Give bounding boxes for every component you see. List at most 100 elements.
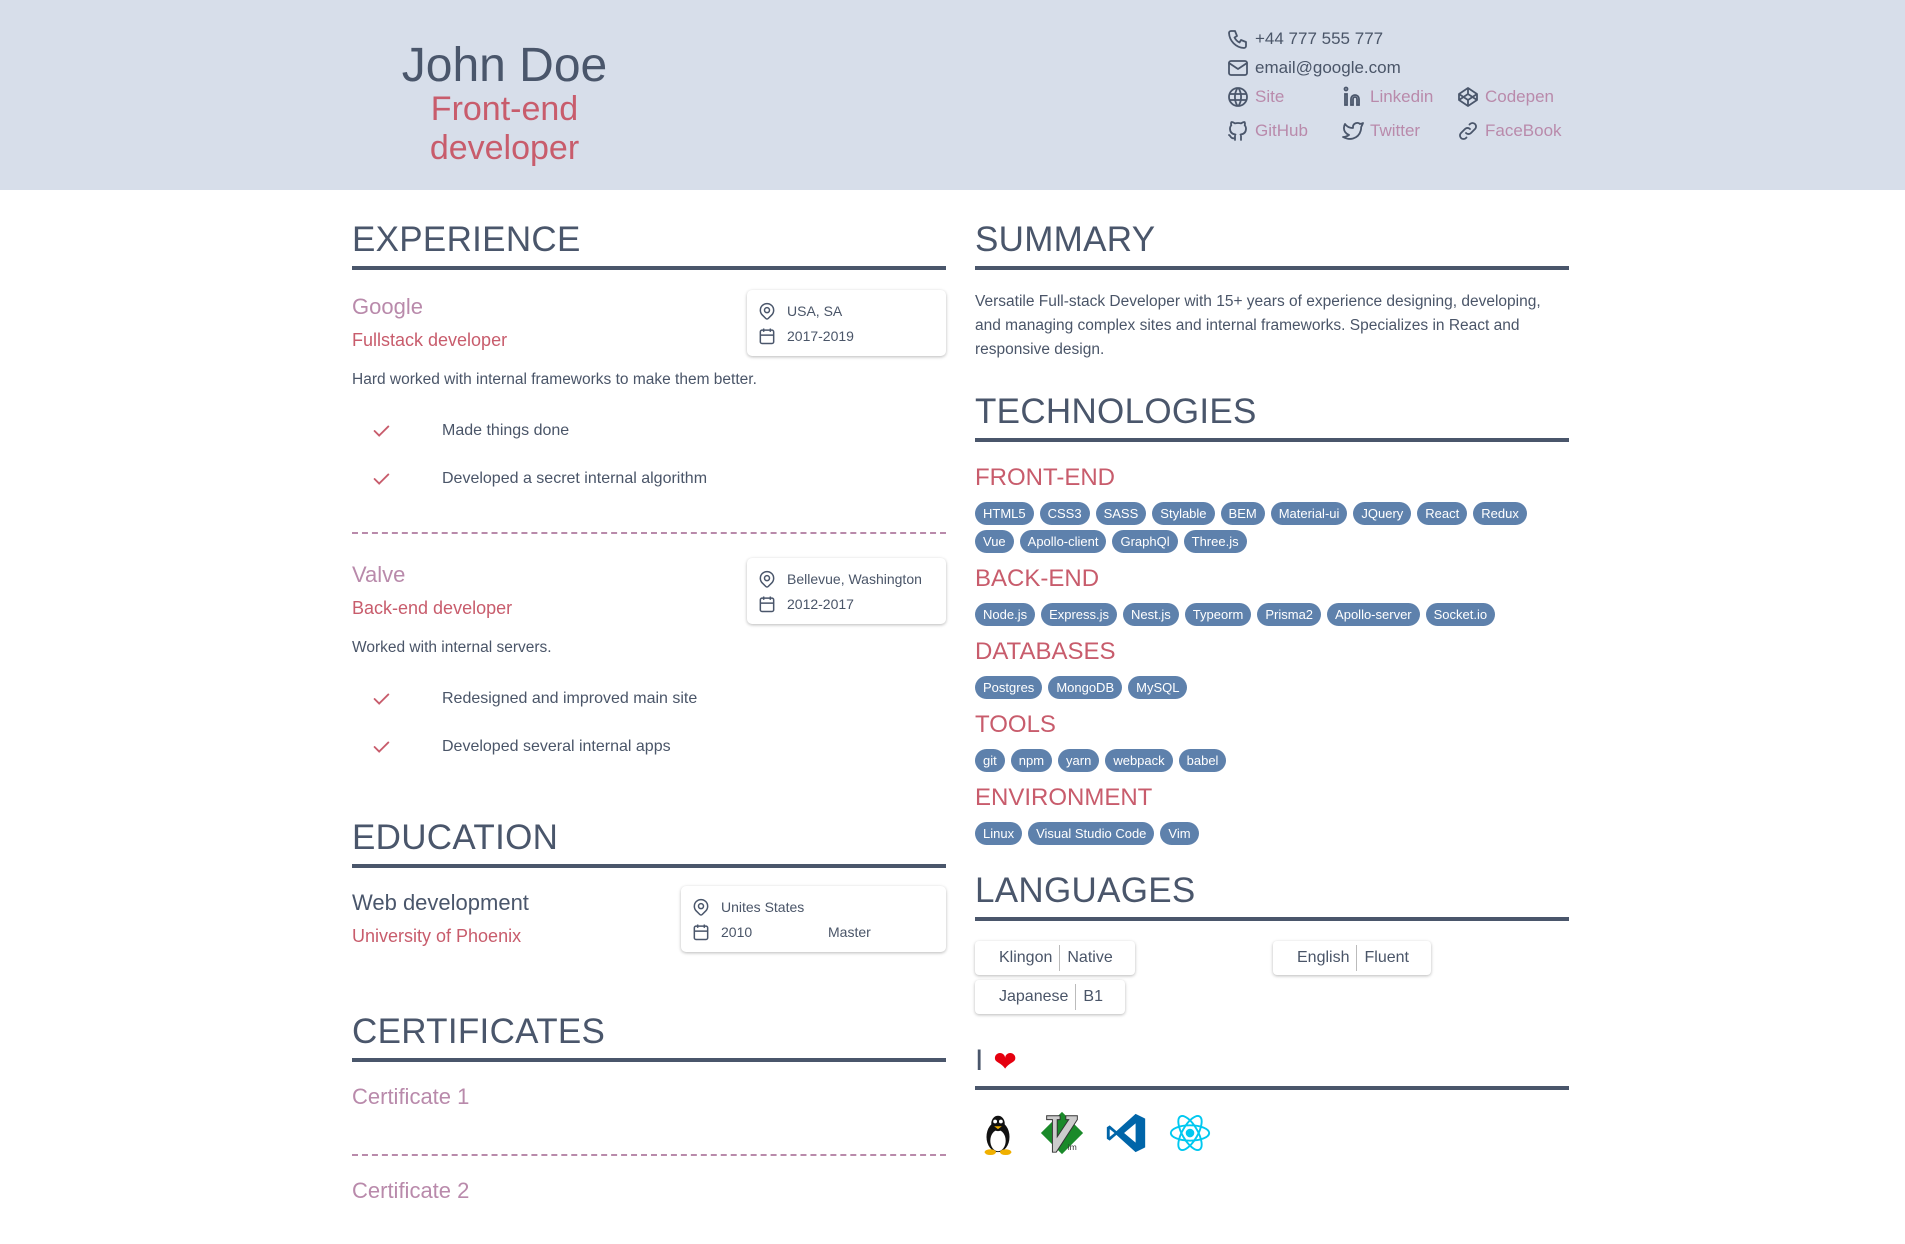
technology-chip: git <box>975 749 1005 772</box>
technology-chip-list: Node.js Express.js Nest.js Typeorm Prisma2 Ap… <box>975 603 1569 626</box>
job-entry: Google Fullstack developer USA, SA 2017-… <box>352 290 946 532</box>
job-period: 2012-2017 <box>787 595 854 612</box>
technology-chip: React <box>1417 502 1468 525</box>
job-entry: Valve Back-end developer Bellevue, Washi… <box>352 558 946 800</box>
check-icon <box>373 693 390 705</box>
vscode-icon <box>1106 1113 1146 1153</box>
technology-chip: Material-ui <box>1270 502 1348 525</box>
social-link-facebook[interactable]: FaceBook <box>1456 118 1571 144</box>
technology-chip: HTML5 <box>975 502 1034 525</box>
email-row: email@google.com <box>1226 53 1401 82</box>
check-icon <box>373 473 390 485</box>
education-entry: Web development University of Phoenix Un… <box>352 886 946 1000</box>
twitter-icon <box>1342 122 1364 140</box>
technology-group-title: FRONT-END <box>975 464 1115 491</box>
achievement-item: Developed several internal apps <box>352 723 946 771</box>
education-degree: Master <box>828 923 871 940</box>
social-links: Site Linkedin Codepen GitHub Twitter Fac… <box>1226 84 1571 144</box>
technology-chip: Linux <box>975 822 1023 845</box>
resume-header: John Doe Front-end developer +44 777 555… <box>0 0 1905 190</box>
job-period: 2017-2019 <box>787 327 854 344</box>
job-description: Worked with internal servers. <box>352 639 552 656</box>
social-link-twitter[interactable]: Twitter <box>1341 118 1456 144</box>
achievement-item: Redesigned and improved main site <box>352 675 946 723</box>
social-label: GitHub <box>1255 121 1308 140</box>
technology-chip: Apollo-client <box>1019 530 1107 553</box>
technology-chip: Nest.js <box>1123 603 1179 626</box>
technology-chip-list: Linux Visual Studio Code Vim <box>975 822 1569 845</box>
technology-group: ENVIRONMENT Linux Visual Studio Code Vim <box>975 784 1569 845</box>
social-link-site[interactable]: Site <box>1226 84 1341 110</box>
technology-chip: npm <box>1010 749 1053 772</box>
job-meta-card: USA, SA 2017-2019 <box>747 290 946 356</box>
technology-group-title: BACK-END <box>975 565 1100 592</box>
social-label: Site <box>1255 87 1285 106</box>
person-name: John Doe <box>401 39 608 92</box>
technology-group: TOOLS git npm yarn webpack babel <box>975 711 1569 772</box>
technology-chip: MongoDB <box>1048 676 1123 699</box>
phone-number[interactable]: +44 777 555 777 <box>1255 29 1383 49</box>
job-location: USA, SA <box>787 302 843 319</box>
social-label: Twitter <box>1370 121 1421 140</box>
globe-icon <box>1228 87 1248 107</box>
location-pin-icon <box>759 570 775 588</box>
mail-icon <box>1228 59 1248 76</box>
linkedin-icon <box>1343 86 1360 106</box>
technology-chip: JQuery <box>1353 502 1412 525</box>
codepen-icon <box>1458 87 1478 107</box>
social-link-linkedin[interactable]: Linkedin <box>1341 84 1456 110</box>
language-item: Japanese B1 <box>975 980 1125 1014</box>
certificate-divider <box>352 1154 946 1156</box>
heart-icon: ❤ <box>993 1045 1017 1077</box>
summary-title: SUMMARY <box>975 220 1569 270</box>
technology-chip: Visual Studio Code <box>1028 822 1155 845</box>
language-separator <box>1059 945 1061 971</box>
technology-group-title: ENVIRONMENT <box>975 784 1153 811</box>
technology-chip-list: HTML5 CSS3 SASS Stylable BEM Material-ui JQuer… <box>975 502 1569 553</box>
technology-chip: Redux <box>1473 502 1527 525</box>
technology-group: FRONT-END HTML5 CSS3 SASS Stylable BEM Materia… <box>975 464 1569 553</box>
social-link-github[interactable]: GitHub <box>1226 118 1341 144</box>
technology-chip: Stylable <box>1152 502 1215 525</box>
technology-group: BACK-END Node.js Express.js Nest.js Typeorm P… <box>975 565 1569 626</box>
love-icons: im <box>975 1110 1569 1156</box>
technology-chip: GraphQl <box>1112 530 1178 553</box>
technology-group-title: DATABASES <box>975 638 1116 665</box>
technology-chip-list: Postgres MongoDB MySQL <box>975 676 1569 699</box>
check-icon <box>373 425 390 437</box>
technology-group-title: TOOLS <box>975 711 1056 738</box>
language-list: Klingon Native English Fluent Japanese B1 <box>975 941 1569 1014</box>
certificates-title: CERTIFICATES <box>352 1012 946 1062</box>
calendar-icon <box>693 924 709 940</box>
technology-chip: Vue <box>975 530 1014 553</box>
love-title: I ❤ <box>975 1044 1569 1090</box>
technology-chip: Three.js <box>1183 530 1247 553</box>
person-role: Front-end developer <box>429 90 580 167</box>
education-year: 2010 <box>721 923 753 940</box>
education-location: Unites States <box>721 898 805 915</box>
technology-chip: Vim <box>1160 822 1199 845</box>
education-meta-card: Unites States 2010 Master <box>681 886 946 952</box>
achievement-item: Developed a secret internal algorithm <box>352 455 946 503</box>
certificate-item[interactable]: Certificate 1 <box>352 1084 946 1134</box>
social-link-codepen[interactable]: Codepen <box>1456 84 1571 110</box>
experience-title: EXPERIENCE <box>352 220 946 270</box>
job-meta-card: Bellevue, Washington 2012-2017 <box>747 558 946 624</box>
email-address[interactable]: email@google.com <box>1255 58 1401 78</box>
technology-groups: FRONT-END HTML5 CSS3 SASS Stylable BEM Materia… <box>975 464 1569 845</box>
certificate-item[interactable]: Certificate 2 <box>352 1178 946 1204</box>
technologies-title: TECHNOLOGIES <box>975 392 1569 442</box>
technology-group: DATABASES Postgres MongoDB MySQL <box>975 638 1569 699</box>
job-location: Bellevue, Washington <box>787 570 922 587</box>
location-pin-icon <box>693 898 709 916</box>
social-label: FaceBook <box>1485 121 1562 140</box>
achievement-item: Made things done <box>352 407 946 455</box>
linux-tux-icon <box>984 1115 1012 1156</box>
technology-chip: BEM <box>1220 502 1265 525</box>
language-separator <box>1075 984 1077 1010</box>
left-column: EXPERIENCE Google Fullstack developer US… <box>352 190 946 1204</box>
language-separator <box>1356 945 1358 971</box>
technology-chip: webpack <box>1105 749 1173 772</box>
social-label: Codepen <box>1485 87 1555 106</box>
technology-chip: Typeorm <box>1184 603 1252 626</box>
